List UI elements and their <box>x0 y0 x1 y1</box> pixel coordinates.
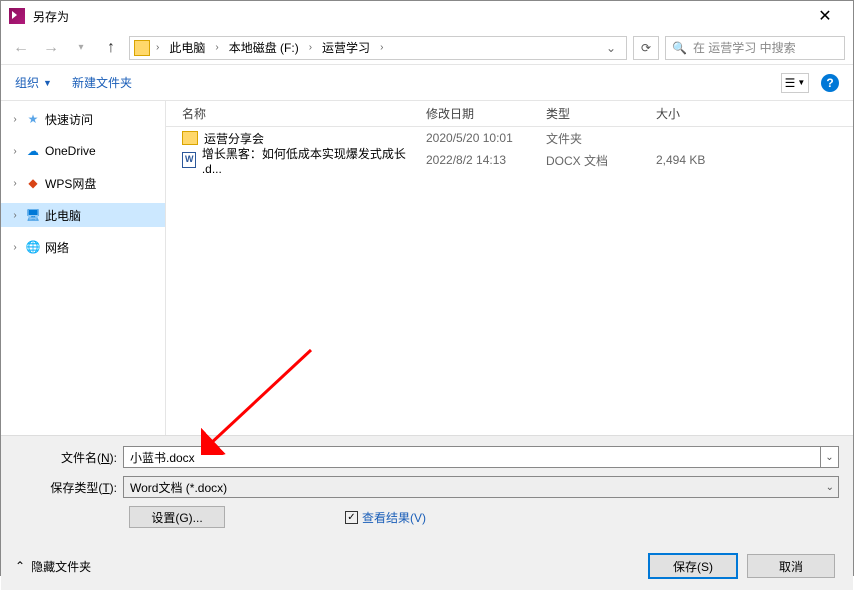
cancel-button[interactable]: 取消 <box>747 554 835 578</box>
file-row[interactable]: 增长黑客：如何低成本实现爆发式成长 .d... 2022/8/2 14:13 D… <box>166 149 853 171</box>
chevron-up-icon: ⌃ <box>15 559 25 573</box>
settings-button[interactable]: 设置(G)... <box>129 506 225 528</box>
file-type: DOCX 文档 <box>546 152 656 169</box>
folder-icon <box>182 131 198 145</box>
chevron-right-icon: › <box>154 42 161 53</box>
navigation-sidebar: › ★ 快速访问 › ☁ OneDrive › ◆ WPS网盘 › 🖥 此电脑 … <box>1 101 166 435</box>
back-button[interactable]: ← <box>9 36 33 60</box>
pc-icon: 🖥 <box>25 207 41 223</box>
organize-menu[interactable]: 组织 ▼ <box>15 74 52 91</box>
chevron-right-icon: › <box>378 42 385 53</box>
path-segment[interactable]: 运营学习 <box>318 39 374 56</box>
hide-folders-toggle[interactable]: ⌃ 隐藏文件夹 <box>15 558 91 575</box>
search-placeholder: 在 运营学习 中搜索 <box>693 39 796 56</box>
expand-icon[interactable]: › <box>9 210 21 221</box>
hide-folders-label: 隐藏文件夹 <box>31 558 91 575</box>
close-button[interactable]: ✕ <box>805 6 845 26</box>
new-folder-button[interactable]: 新建文件夹 <box>72 74 132 91</box>
filename-label: 文件名(N): <box>15 449 123 466</box>
star-icon: ★ <box>25 111 41 127</box>
column-header-date[interactable]: 修改日期 <box>426 105 546 122</box>
chevron-right-icon: › <box>213 42 220 53</box>
wps-icon: ◆ <box>25 175 41 191</box>
file-name: 增长黑客：如何低成本实现爆发式成长 .d... <box>202 145 426 176</box>
checkbox-icon: ✓ <box>345 511 358 524</box>
chevron-right-icon: › <box>307 42 314 53</box>
search-input[interactable]: 🔍 在 运营学习 中搜索 <box>665 36 845 60</box>
filetype-select[interactable]: Word文档 (*.docx) ⌄ <box>123 476 839 498</box>
folder-icon <box>134 40 150 56</box>
chevron-down-icon: ▼ <box>43 78 52 88</box>
file-list: 名称 修改日期 类型 大小 运营分享会 2020/5/20 10:01 文件夹 … <box>166 101 853 435</box>
document-icon <box>182 152 196 168</box>
file-date: 2020/5/20 10:01 <box>426 131 546 145</box>
sidebar-item-quickaccess[interactable]: › ★ 快速访问 <box>1 107 165 131</box>
file-date: 2022/8/2 14:13 <box>426 153 546 167</box>
help-button[interactable]: ? <box>821 74 839 92</box>
sidebar-item-label: WPS网盘 <box>45 175 96 192</box>
path-segment[interactable]: 此电脑 <box>165 39 209 56</box>
refresh-button[interactable]: ⟳ <box>633 36 659 60</box>
column-header-name[interactable]: 名称 <box>166 105 426 122</box>
sidebar-item-onedrive[interactable]: › ☁ OneDrive <box>1 139 165 163</box>
network-icon: 🌐 <box>25 239 41 255</box>
view-result-checkbox[interactable]: ✓ 查看结果(V) <box>345 509 426 526</box>
chevron-down-icon: ⌄ <box>826 482 834 493</box>
sidebar-item-label: 网络 <box>45 239 69 256</box>
path-segment[interactable]: 本地磁盘 (F:) <box>225 39 303 56</box>
sidebar-item-network[interactable]: › 🌐 网络 <box>1 235 165 259</box>
sidebar-item-label: 此电脑 <box>45 207 81 224</box>
save-button[interactable]: 保存(S) <box>649 554 737 578</box>
app-icon <box>9 8 25 24</box>
expand-icon[interactable]: › <box>9 242 21 253</box>
sidebar-item-thispc[interactable]: › 🖥 此电脑 <box>1 203 165 227</box>
column-header-size[interactable]: 大小 <box>656 105 756 122</box>
file-type: 文件夹 <box>546 130 656 147</box>
file-size: 2,494 KB <box>656 153 756 167</box>
expand-icon[interactable]: › <box>9 146 21 157</box>
window-title: 另存为 <box>33 8 69 25</box>
sidebar-item-label: 快速访问 <box>45 111 93 128</box>
sidebar-item-wps[interactable]: › ◆ WPS网盘 <box>1 171 165 195</box>
expand-icon[interactable]: › <box>9 178 21 189</box>
recent-dropdown[interactable]: ▾ <box>69 36 93 60</box>
up-button[interactable]: ↑ <box>99 36 123 60</box>
filetype-label: 保存类型(T): <box>15 479 123 496</box>
sidebar-item-label: OneDrive <box>45 144 96 158</box>
view-options-button[interactable]: ☰▼ <box>781 73 809 93</box>
forward-button[interactable]: → <box>39 36 63 60</box>
search-icon: 🔍 <box>672 41 687 55</box>
filename-dropdown[interactable]: ⌄ <box>821 446 839 468</box>
filename-input[interactable] <box>123 446 821 468</box>
cloud-icon: ☁ <box>25 143 41 159</box>
column-header-type[interactable]: 类型 <box>546 105 656 122</box>
address-bar[interactable]: › 此电脑 › 本地磁盘 (F:) › 运营学习 › ⌄ <box>129 36 627 60</box>
expand-icon[interactable]: › <box>9 114 21 125</box>
view-result-label: 查看结果(V) <box>362 509 426 526</box>
path-dropdown-icon[interactable]: ⌄ <box>600 41 622 55</box>
